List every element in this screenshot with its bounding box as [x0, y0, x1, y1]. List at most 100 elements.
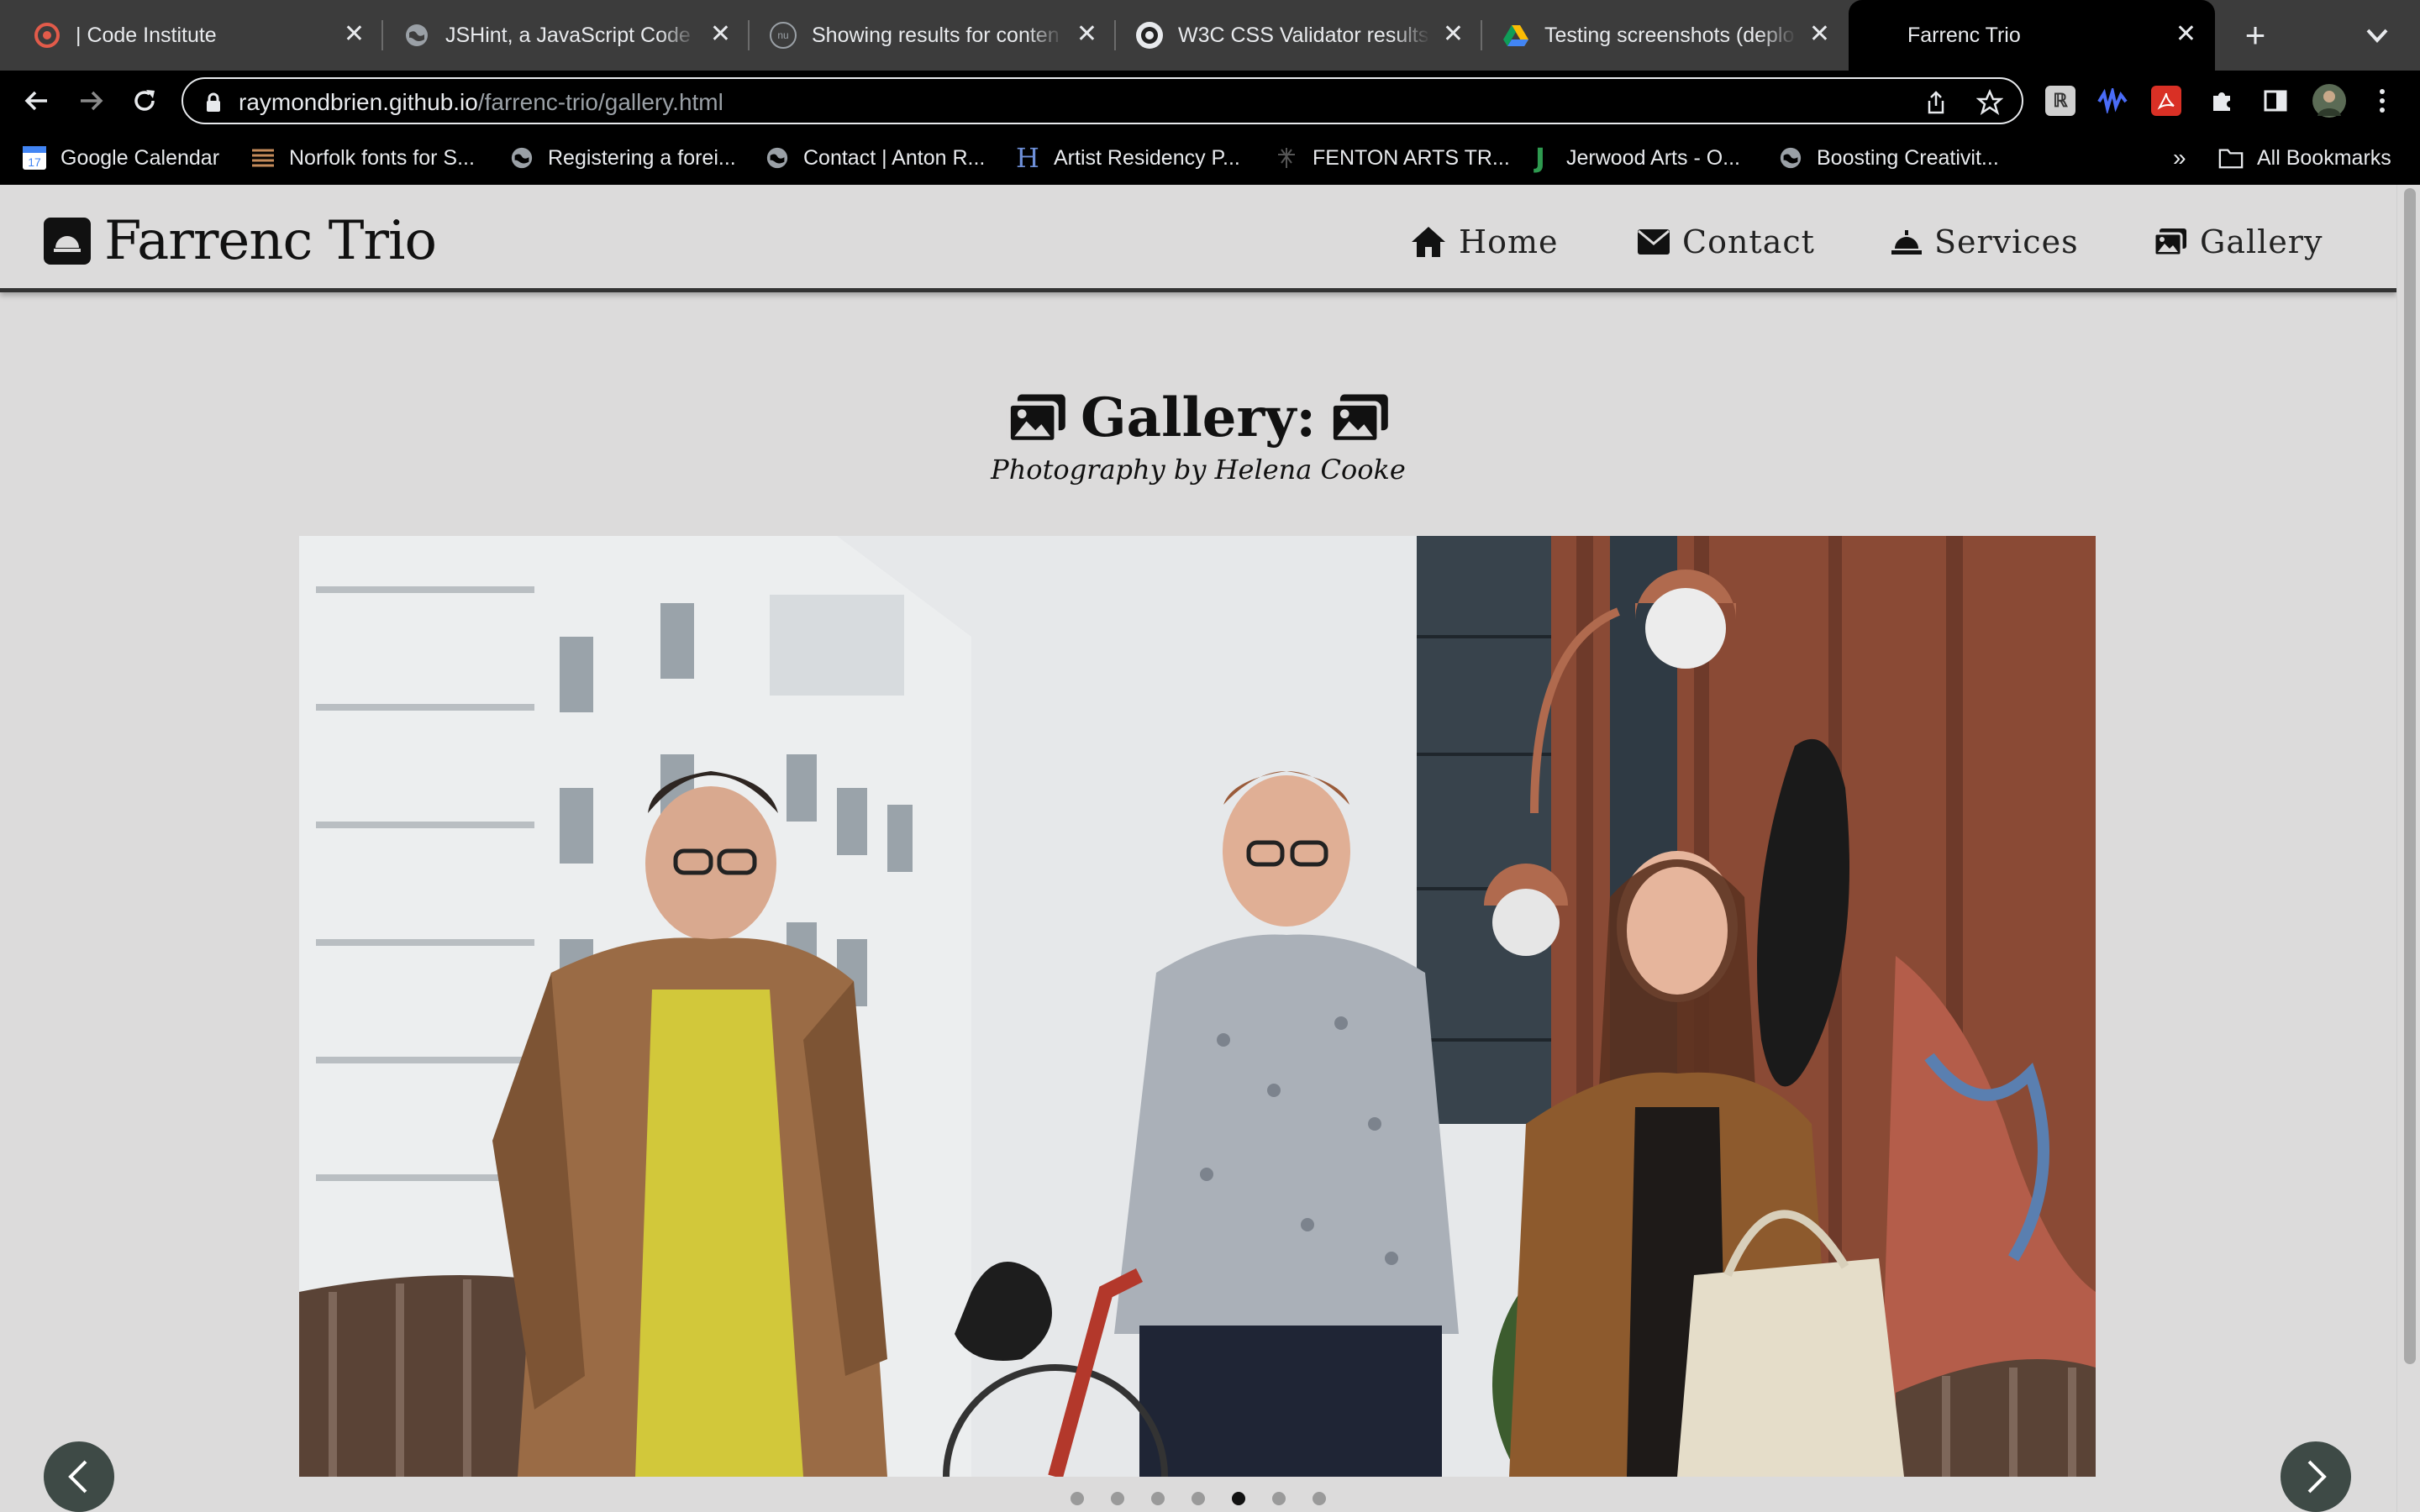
- bell-concierge-logo-icon: [44, 218, 91, 265]
- kebab-menu-icon[interactable]: [2370, 86, 2395, 116]
- w3c-icon: [1136, 22, 1163, 49]
- images-icon: [2153, 228, 2186, 257]
- tab-title: JSHint, a JavaScript Code: [445, 23, 691, 47]
- puzzle-icon[interactable]: [2207, 86, 2237, 116]
- nav-contact[interactable]: Contact: [1637, 223, 1815, 260]
- gallery-carousel[interactable]: [299, 536, 2096, 1477]
- tab-title: Farrenc Trio: [1907, 23, 2021, 47]
- browser-tab[interactable]: Testing screenshots (deplo ✕: [1482, 0, 1849, 71]
- lock-icon: [207, 92, 220, 112]
- back-button[interactable]: [17, 81, 57, 121]
- brand-title: Farrenc Trio: [104, 210, 437, 272]
- close-icon[interactable]: ✕: [1443, 22, 1464, 47]
- browser-tab[interactable]: W3C CSS Validator results ✕: [1116, 0, 1482, 71]
- browser-tab[interactable]: JSHint, a JavaScript Code ✕: [383, 0, 750, 71]
- chevron-down-icon[interactable]: [2365, 25, 2390, 45]
- share-icon[interactable]: [1923, 89, 1949, 116]
- url-path: /farrenc-trio/gallery.html: [477, 89, 723, 115]
- brand-link[interactable]: Farrenc Trio: [44, 210, 437, 272]
- address-bar[interactable]: raymondbrien.github.io/farrenc-trio/gall…: [182, 77, 2023, 124]
- carousel-indicators: [0, 1492, 2396, 1505]
- bookmark-label: Contact | Anton R...: [803, 145, 986, 170]
- close-icon[interactable]: ✕: [344, 22, 365, 47]
- close-icon[interactable]: ✕: [710, 22, 731, 47]
- star-icon[interactable]: [1976, 89, 2003, 116]
- close-icon[interactable]: ✕: [1076, 22, 1097, 47]
- nav-services[interactable]: Services: [1891, 223, 2079, 260]
- carousel-indicator[interactable]: [1151, 1492, 1165, 1505]
- arrow-right-icon: [81, 91, 103, 111]
- more-bookmarks-button[interactable]: »: [2173, 131, 2186, 185]
- fenton-icon: [1274, 145, 1299, 171]
- bookmark-label: Registering a forei...: [548, 145, 736, 170]
- carousel-slide-image: [299, 536, 2096, 1477]
- gallery-subtitle: Photography by Helena Cooke: [991, 454, 1406, 486]
- fonts-icon: [250, 145, 276, 171]
- envelope-icon: [1638, 229, 1670, 255]
- all-bookmarks-button[interactable]: All Bookmarks: [2218, 131, 2391, 185]
- new-tab-button[interactable]: +: [2235, 15, 2275, 55]
- globe-icon: [509, 145, 534, 171]
- home-icon: [1412, 227, 1445, 257]
- carousel-indicator[interactable]: [1192, 1492, 1205, 1505]
- carousel-indicator[interactable]: [1111, 1492, 1124, 1505]
- bookmark-item[interactable]: J Jerwood Arts - O...: [1528, 131, 1740, 185]
- browser-toolbar: raymondbrien.github.io/farrenc-trio/gall…: [0, 71, 2420, 131]
- bell-concierge-icon: [1891, 230, 1922, 255]
- carousel-indicator[interactable]: [1272, 1492, 1286, 1505]
- nu-validator-icon: nu: [770, 22, 797, 49]
- bookmark-label: Artist Residency P...: [1054, 145, 1240, 170]
- browser-tab-active[interactable]: Farrenc Trio ✕: [1849, 0, 2215, 71]
- nav-home[interactable]: Home: [1410, 223, 1559, 260]
- images-icon: [1006, 394, 1065, 444]
- bookmark-item[interactable]: FENTON ARTS TR...: [1274, 131, 1510, 185]
- web-page: Farrenc Trio Home Contact Services Galle…: [0, 185, 2396, 1512]
- bookmark-item[interactable]: Contact | Anton R...: [765, 131, 985, 185]
- close-icon[interactable]: ✕: [1809, 22, 1830, 47]
- wave-extension-icon[interactable]: [2097, 86, 2128, 116]
- bookmark-label: FENTON ARTS TR...: [1313, 145, 1510, 170]
- scrollbar-thumb[interactable]: [2404, 188, 2416, 1364]
- bookmarks-bar: 17 Google Calendar Norfolk fonts for S..…: [0, 131, 2420, 185]
- side-panel-icon[interactable]: [2260, 86, 2291, 116]
- page-scrollbar[interactable]: [2396, 185, 2420, 1512]
- close-icon[interactable]: ✕: [2175, 22, 2196, 47]
- globe-icon: [1778, 145, 1803, 171]
- extension-icon[interactable]: ℝ: [2045, 86, 2075, 116]
- bookmark-item[interactable]: 17 Google Calendar: [22, 131, 219, 185]
- nav-label: Services: [1934, 223, 2079, 260]
- bookmark-item[interactable]: Boosting Creativit...: [1778, 131, 1999, 185]
- carousel-indicator[interactable]: [1313, 1492, 1326, 1505]
- tab-title: Showing results for conten: [812, 23, 1060, 47]
- folder-icon: [2218, 145, 2244, 171]
- h-icon: H: [1016, 142, 1039, 174]
- bookmark-label: Norfolk fonts for S...: [289, 145, 475, 170]
- avatar[interactable]: [2312, 84, 2346, 118]
- bookmark-item[interactable]: H Artist Residency P...: [1015, 131, 1240, 185]
- tab-title: | Code Institute: [76, 23, 217, 47]
- calendar-icon: 17: [22, 145, 47, 171]
- nav-label: Home: [1459, 223, 1559, 260]
- bookmark-item[interactable]: Registering a forei...: [509, 131, 736, 185]
- bookmark-label: Google Calendar: [60, 145, 220, 170]
- nav-gallery[interactable]: Gallery: [2153, 223, 2323, 260]
- gallery-title-text: Gallery:: [1081, 386, 1316, 449]
- globe-icon: [403, 22, 430, 49]
- pdf-extension-icon[interactable]: [2151, 86, 2181, 116]
- bookmark-label: Jerwood Arts - O...: [1566, 145, 1741, 170]
- site-header: Farrenc Trio Home Contact Services Galle…: [0, 185, 2396, 292]
- carousel-indicator[interactable]: [1071, 1492, 1084, 1505]
- bookmark-item[interactable]: Norfolk fonts for S...: [250, 131, 475, 185]
- chevron-left-icon: [68, 1460, 87, 1494]
- tab-title: W3C CSS Validator results: [1178, 23, 1429, 47]
- browser-tab[interactable]: nu Showing results for conten ✕: [750, 0, 1116, 71]
- nav-label: Gallery: [2200, 223, 2323, 260]
- forward-button[interactable]: [71, 81, 111, 121]
- nav-label: Contact: [1682, 223, 1815, 260]
- j-icon: J: [1535, 142, 1545, 174]
- reload-button[interactable]: [124, 81, 165, 121]
- bookmark-label: Boosting Creativit...: [1817, 145, 1999, 170]
- browser-tab[interactable]: | Code Institute ✕: [0, 0, 383, 71]
- code-institute-icon: [34, 22, 60, 49]
- carousel-indicator-active[interactable]: [1232, 1492, 1245, 1505]
